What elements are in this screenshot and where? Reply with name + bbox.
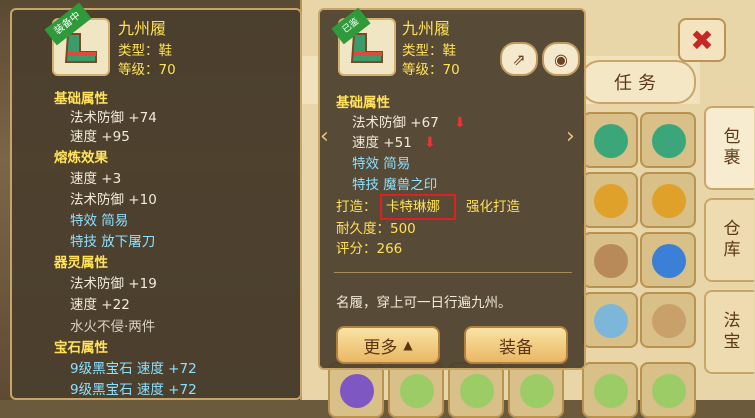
next-arrow-icon[interactable]: › xyxy=(566,124,575,149)
spirit-set: 水火不侵·两件 xyxy=(70,319,156,335)
attr-line: 法术防御 +10 xyxy=(70,192,157,208)
bag-item-tooltip: 已鉴 九州履 类型：鞋 等级：70 ⇗ ◉ 基础属性 法术防御 +67 ⬇ 速度… xyxy=(318,7,586,370)
attr-line: 速度 +51 xyxy=(352,135,412,151)
inventory-slot[interactable] xyxy=(582,172,638,228)
decrease-arrow-icon: ⬇ xyxy=(454,115,466,131)
preview-button[interactable]: ◉ xyxy=(542,42,580,76)
gem-header: 宝石属性 xyxy=(54,340,108,356)
inventory-slot[interactable] xyxy=(582,292,638,348)
inventory-slot[interactable] xyxy=(640,112,696,168)
item-icon: 已鉴 xyxy=(331,7,396,76)
share-button[interactable]: ⇗ xyxy=(500,42,538,76)
share-icon: ⇗ xyxy=(512,49,526,69)
attr-line: 法术防御 +19 xyxy=(70,276,157,292)
equipped-item-tooltip: 装备中 九州履 类型：鞋 等级：70 基础属性 法术防御 +74 速度 +95 … xyxy=(10,2,302,400)
maker-name: 卡特琳娜 xyxy=(386,199,440,215)
base-attr-header: 基础属性 xyxy=(336,95,390,111)
decrease-arrow-icon: ⬇ xyxy=(424,135,436,151)
item-level: 等级：70 xyxy=(118,62,176,78)
more-label: 更多 xyxy=(363,337,398,358)
attr-line: 速度 +95 xyxy=(70,129,130,145)
item-name: 九州履 xyxy=(402,19,451,38)
prev-arrow-icon[interactable]: ‹ xyxy=(320,124,329,149)
item-type: 类型：鞋 xyxy=(402,43,456,59)
maker-type: 强化打造 xyxy=(466,199,520,215)
refine-header: 熔炼效果 xyxy=(54,150,108,166)
chevron-up-icon: ▲ xyxy=(403,338,413,352)
eye-icon: ◉ xyxy=(554,49,568,69)
tab-treasure[interactable]: 法宝 xyxy=(704,290,754,374)
inventory-slot[interactable] xyxy=(640,362,696,418)
attr-line: 法术防御 +74 xyxy=(70,110,157,126)
base-attr-header: 基础属性 xyxy=(54,91,108,107)
more-button[interactable]: 更多 ▲ xyxy=(336,326,440,364)
tab-storage[interactable]: 仓库 xyxy=(704,198,754,282)
side-tab-bar: 包裹 仓库 法宝 xyxy=(704,100,755,400)
inventory-slot[interactable] xyxy=(582,112,638,168)
item-name: 九州履 xyxy=(118,19,167,38)
spirit-header: 器灵属性 xyxy=(54,255,108,271)
special-skill: 特技 魔兽之印 xyxy=(352,177,438,193)
item-description: 名履，穿上可一日行遍九州。 xyxy=(336,295,512,311)
close-icon: ✖ xyxy=(690,23,714,57)
inventory-slot[interactable] xyxy=(448,362,504,418)
item-level: 等级：70 xyxy=(402,62,460,78)
inventory-slot[interactable] xyxy=(640,292,696,348)
close-button[interactable]: ✖ xyxy=(678,18,726,62)
inventory-slot[interactable] xyxy=(328,362,384,418)
divider xyxy=(334,272,572,273)
maker-label: 打造： xyxy=(336,199,377,215)
gem-line: 9级黑宝石 速度 +72 xyxy=(70,382,197,398)
special-effect: 特效 简易 xyxy=(352,156,411,172)
special-skill: 特技 放下屠刀 xyxy=(70,234,156,250)
equip-button[interactable]: 装备 xyxy=(464,326,568,364)
inventory-slot[interactable] xyxy=(388,362,444,418)
tab-bag[interactable]: 包裹 xyxy=(704,106,754,190)
attr-line: 速度 +22 xyxy=(70,297,130,313)
tab-task[interactable]: 任务 xyxy=(580,60,696,104)
inventory-slot[interactable] xyxy=(640,232,696,288)
attr-line: 法术防御 +67 xyxy=(352,115,439,131)
item-type: 类型：鞋 xyxy=(118,43,172,59)
inventory-slot[interactable] xyxy=(640,172,696,228)
gem-line: 9级黑宝石 速度 +72 xyxy=(70,361,197,377)
inventory-slot[interactable] xyxy=(508,362,564,418)
inventory-slot[interactable] xyxy=(582,232,638,288)
inventory-slot[interactable] xyxy=(582,362,638,418)
item-icon: 装备中 xyxy=(44,2,110,76)
durability: 耐久度：500 xyxy=(336,221,416,237)
special-effect: 特效 简易 xyxy=(70,213,129,229)
attr-line: 速度 +3 xyxy=(70,171,122,187)
score: 评分：266 xyxy=(336,241,403,257)
